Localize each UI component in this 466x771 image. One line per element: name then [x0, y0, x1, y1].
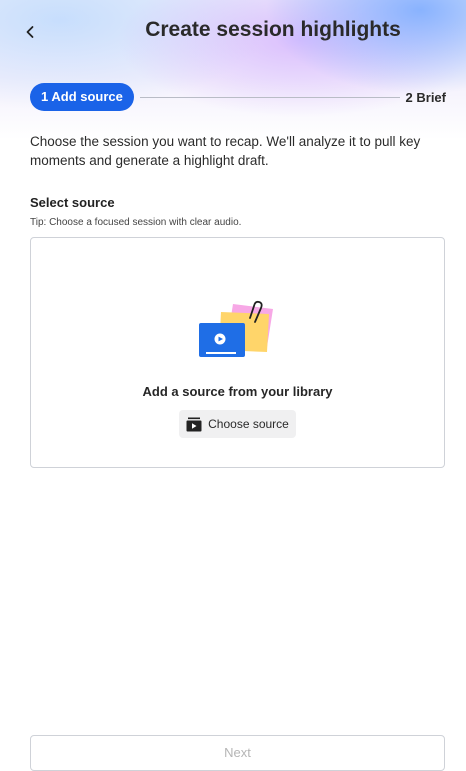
back-button[interactable] [18, 20, 42, 44]
dropzone-title: Add a source from your library [142, 384, 333, 399]
page-title: Create session highlights [145, 18, 401, 41]
source-library-illustration [199, 300, 273, 357]
step-brief: 2 Brief [405, 89, 446, 105]
step-connector [139, 96, 400, 98]
video-library-icon [186, 417, 202, 431]
chevron-left-icon [26, 26, 34, 38]
description-text: Choose the session you want to recap. We… [30, 134, 421, 168]
next-button[interactable]: Next [30, 735, 445, 771]
choose-source-button[interactable]: Choose source [179, 410, 296, 438]
select-source-label: Select source [30, 195, 115, 210]
source-tip: Tip: Choose a focused session with clear… [30, 217, 242, 228]
choose-source-label: Choose source [208, 417, 289, 431]
step-add-source[interactable]: 1 Add source [30, 83, 134, 111]
source-dropzone[interactable]: Add a source from your library Choose so… [30, 237, 445, 468]
stepper: 1 Add source 2 Brief [30, 83, 446, 111]
